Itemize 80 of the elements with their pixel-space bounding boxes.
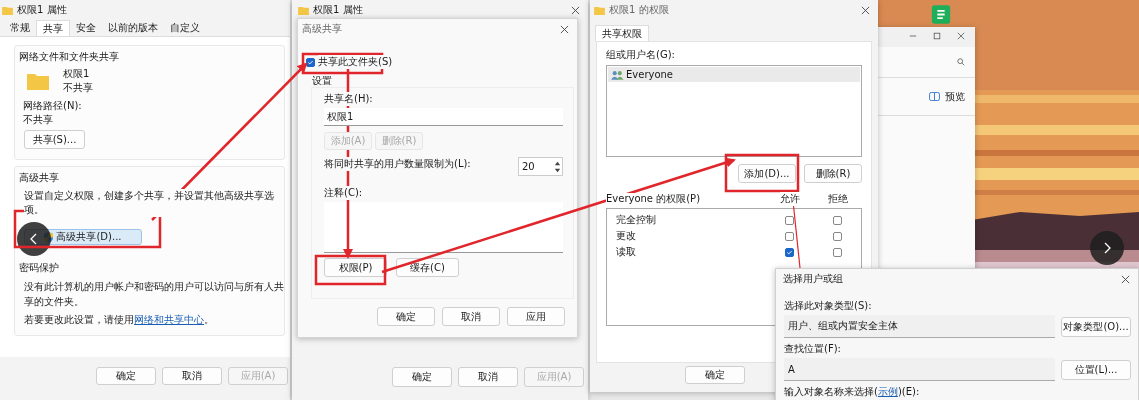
dialog-button[interactable]: 确定: [377, 307, 435, 326]
close-icon[interactable]: [861, 5, 870, 15]
folder-icon: [27, 72, 49, 90]
group-title: 密码保护: [19, 261, 60, 275]
field-label: 共享名(H):: [324, 92, 373, 106]
close-icon[interactable]: [560, 24, 569, 34]
dialog-button[interactable]: 添加(D)...: [738, 164, 796, 183]
tab[interactable]: 常规: [4, 20, 36, 36]
user-limit-spinner[interactable]: 20: [518, 157, 563, 176]
locations-button[interactable]: 位置(L)...: [1061, 359, 1131, 380]
window-title: 权限1 的权限: [609, 3, 669, 17]
tab[interactable]: 安全: [70, 20, 102, 36]
dialog-button[interactable]: 取消: [162, 367, 222, 385]
tab[interactable]: 共享: [36, 20, 70, 36]
folder-icon: [2, 5, 13, 15]
checkbox[interactable]: [784, 231, 794, 241]
chevron-left-icon: [30, 233, 38, 245]
field-label: 注释(C):: [324, 186, 363, 200]
dialog-button[interactable]: 删除(R): [804, 164, 862, 183]
folder-icon: [298, 5, 309, 15]
dialog-title: 高级共享: [302, 22, 342, 36]
path-value: 不共享: [23, 113, 54, 127]
column-header: 允许: [780, 192, 800, 206]
permission-name: 完全控制: [616, 213, 657, 227]
share-button[interactable]: 共享(S)...: [24, 130, 85, 149]
checkbox[interactable]: [832, 247, 842, 257]
close-icon[interactable]: [571, 5, 580, 15]
panel-icon: [929, 92, 940, 101]
folder-name: 权限1: [63, 67, 91, 81]
path-label: 网络路径(N):: [23, 99, 83, 113]
network-center-link[interactable]: 网络和共享中心: [134, 314, 204, 325]
close-icon[interactable]: [957, 32, 965, 40]
info-text: 若要更改此设置，请使用网络和共享中心。: [24, 313, 215, 327]
checkbox[interactable]: [832, 231, 842, 241]
dialog-title: 选择用户或组: [783, 272, 843, 286]
comment-field[interactable]: [324, 202, 563, 253]
info-text: 没有此计算机的用户帐户和密码的用户可以访问与所有人共享的文件夹。: [24, 280, 285, 309]
preview-button[interactable]: 预览: [929, 89, 965, 104]
close-icon[interactable]: [1121, 274, 1130, 284]
field-label: 选择此对象类型(S):: [784, 299, 873, 313]
tab[interactable]: 以前的版本: [102, 20, 164, 36]
user-row[interactable]: Everyone: [608, 67, 860, 82]
tab[interactable]: 自定义: [164, 20, 206, 36]
checkbox[interactable]: [784, 215, 794, 225]
group-title: 网络文件和文件夹共享: [19, 50, 120, 64]
checkbox[interactable]: [306, 57, 315, 67]
dialog-button[interactable]: 应用: [507, 307, 565, 326]
dialog-button[interactable]: 确定: [685, 366, 745, 384]
group-title: 设置: [312, 75, 333, 87]
dialog-button[interactable]: 取消: [442, 307, 500, 326]
permission-name: 更改: [616, 229, 637, 243]
list-label: 组或用户名(G):: [606, 48, 676, 62]
field-label: 将同时共享的用户数量限制为(L):: [324, 157, 471, 171]
share-name-field[interactable]: 权限1: [324, 108, 563, 126]
maximize-icon[interactable]: [933, 32, 941, 40]
window-title: 权限1 属性: [17, 3, 67, 17]
share-status: 不共享: [63, 81, 93, 95]
object-type-field: 用户、组或内置安全主体: [784, 315, 1055, 338]
dialog-button[interactable]: 权限(P): [324, 258, 387, 277]
dialog-button[interactable]: 确定: [392, 367, 452, 387]
search-icon[interactable]: [957, 58, 965, 66]
object-types-button[interactable]: 对象类型(O)...: [1061, 316, 1131, 337]
chevron-right-icon: [1103, 242, 1111, 254]
users-icon: [611, 69, 624, 80]
folder-icon: [594, 5, 605, 15]
group-title: 高级共享: [19, 171, 60, 185]
dialog-button[interactable]: 缓存(C): [396, 258, 459, 277]
checkbox[interactable]: [784, 247, 794, 257]
tab[interactable]: 共享权限: [595, 25, 649, 41]
checkbox[interactable]: [832, 215, 842, 225]
field-label: 查找位置(F):: [784, 342, 842, 356]
field-label: 输入对象名称来选择(示例)(E):: [784, 385, 921, 399]
permission-name: 读取: [616, 245, 637, 259]
window-title: 权限1 属性: [313, 3, 363, 17]
location-field: A: [784, 358, 1055, 381]
checkbox-label: 共享此文件夹(S): [318, 55, 393, 69]
list-label: Everyone 的权限(P): [606, 193, 701, 204]
dialog-button[interactable]: 取消: [458, 367, 518, 387]
column-header: 拒绝: [827, 192, 849, 206]
dialog-button[interactable]: 确定: [96, 367, 156, 385]
